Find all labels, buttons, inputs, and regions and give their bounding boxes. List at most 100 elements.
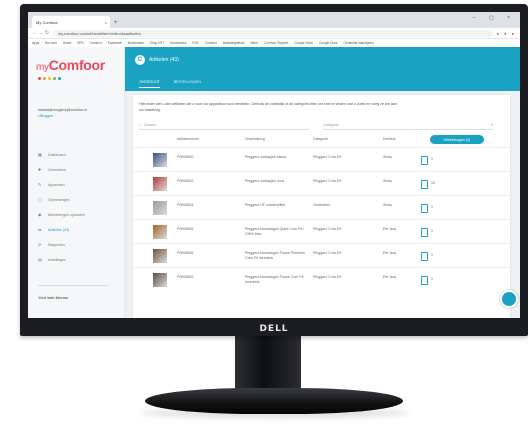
bookmark-item[interactable]: Belastingdienst (223, 41, 245, 45)
product-thumbnail (153, 225, 167, 239)
quantity-stepper[interactable] (421, 252, 428, 261)
nav-icon: ▦ (38, 152, 42, 157)
search-input[interactable]: ⌕ Zoeken (139, 121, 309, 130)
cart-button[interactable]: Winkelwagen (0) (430, 135, 484, 144)
quantity-stepper[interactable] (421, 276, 428, 285)
category-select[interactable]: Categorie ▾ (323, 121, 493, 130)
sidebar-item[interactable]: ⇆ Artikelen (43) (38, 222, 85, 237)
chat-button[interactable] (500, 290, 518, 308)
intro-text: Hieronder ziet u alle artikelen die u vo… (139, 102, 397, 112)
url-field[interactable]: my.comfoor.com/nl/bestellen/verbruiksart… (52, 29, 493, 37)
bookmark-item[interactable]: Google Drive (294, 41, 313, 45)
bookmark-item[interactable]: Shop NTT (150, 41, 165, 45)
chevron-down-icon: ▾ (491, 123, 493, 127)
sidebar-item[interactable]: ✚ Gebruikers (38, 162, 85, 177)
cell-category: Pluggerz Com-Fit (313, 155, 341, 159)
bookmark-item[interactable]: Google Docs (319, 41, 337, 45)
cell-desc: Pluggerz UF ontwerpfilter (245, 203, 286, 207)
quantity-stepper[interactable] (421, 204, 428, 213)
quantity-stepper[interactable] (421, 156, 428, 165)
cell-unit: Stuks (383, 203, 392, 207)
user-info: baslawijkhoogterp@comfoor.nl Uitloggen (38, 107, 87, 119)
quantity-stepper[interactable] (421, 180, 428, 189)
new-tab-icon[interactable]: + (114, 20, 118, 26)
quantity-stepper[interactable] (421, 228, 428, 237)
nav-icon: ◉ (38, 212, 42, 217)
search-placeholder: Zoeken (144, 123, 157, 127)
sidebar-item[interactable]: ◉ Afbeeldingen uploaden (38, 207, 85, 222)
app: myComfoor baslawijkhoogterp@comfoor.nl U… (28, 47, 520, 318)
cell-code: P0008500 (177, 155, 194, 159)
cell-desc: Pluggerz oorkapjes rood (245, 179, 284, 183)
extension-icons[interactable]: ● ● ● (497, 31, 516, 36)
sidebar-item[interactable]: ⟳ Rapporten (38, 237, 85, 252)
column-header[interactable]: Artikelnummer (177, 137, 199, 141)
cell-unit: Per stuk (383, 227, 397, 231)
bookmark-item[interactable]: FNV (192, 41, 198, 45)
column-header[interactable]: Categorie (313, 137, 328, 141)
bookmark-item[interactable]: Bol.com (45, 41, 57, 45)
back-forward-reload-icons[interactable]: ← → ↻ (32, 30, 49, 36)
page-title: Artikelen (43) (149, 57, 179, 63)
logo[interactable]: myComfoor (36, 57, 105, 73)
cell-unit: Stuks (383, 179, 392, 183)
sidebar-item[interactable]: ▢ Opmerkingen (38, 192, 85, 207)
tab-overzicht[interactable]: OVERZICHT (139, 80, 160, 88)
quantity-value[interactable]: 10 (431, 181, 435, 186)
quantity-value[interactable]: 1 (431, 205, 433, 210)
quantity-value[interactable]: 1 (431, 277, 433, 282)
column-header[interactable]: Eenheid (383, 137, 395, 141)
logo-dots (38, 77, 61, 80)
cell-code: P0008505 (177, 227, 194, 231)
cell-desc: Pluggerz bewaringen Flame Com-Fit Inzets… (245, 275, 304, 284)
bookmark-item[interactable]: Facebook (108, 41, 122, 45)
bookmark-item[interactable]: Bookmarks (170, 41, 186, 45)
cell-code: P0008502 (177, 179, 194, 183)
bookmark-item[interactable]: Gedeelde bladwijzers (343, 41, 373, 45)
sidebar-item-label: Afbeeldingen uploaden (48, 212, 85, 217)
bookmark-item[interactable]: KPN (77, 41, 84, 45)
quantity-value[interactable]: 1 (431, 157, 433, 162)
bookmark-item[interactable]: Comfoor (90, 41, 102, 45)
bookmark-item[interactable]: Apps (32, 41, 39, 45)
sidebar-footer: Your web listener (38, 285, 108, 300)
sidebar-item[interactable]: ▤ Instellingen (38, 252, 85, 267)
logout-link[interactable]: Uitloggen (38, 113, 87, 119)
close-icon[interactable]: × (105, 20, 107, 25)
product-thumbnail (153, 249, 167, 263)
cell-unit: Per stuk (383, 275, 397, 279)
window-controls[interactable]: – ▢ × (473, 15, 516, 21)
table-row: P0008506 Pluggerz bewaringen Flame Premiu… (133, 243, 510, 268)
sidebar-nav: ▦ Dashboard ✚ Gebruikers ✎ Apparaten ▢ Opmerkin… (38, 147, 85, 267)
bookmark-item[interactable]: Comfoor (205, 41, 217, 45)
column-header[interactable]: Omschrijving (245, 137, 265, 141)
cell-category: Pluggerz Com-Fit (313, 179, 341, 183)
tab-bestellingen[interactable]: BESTELLINGEN (174, 80, 201, 88)
main-content: C Artikelen (43) OVERZICHT BESTELLINGEN H… (125, 47, 520, 318)
logo-dot (43, 77, 46, 80)
sidebar: myComfoor baslawijkhoogterp@comfoor.nl U… (28, 47, 125, 318)
cell-desc: Pluggerz oorkapjes blauw (245, 155, 287, 159)
product-thumbnail (153, 273, 167, 287)
bookmark-item[interactable]: Bookmarks (128, 41, 144, 45)
sidebar-item-label: Instellingen (48, 257, 67, 262)
sidebar-footer-text: Your web listener (38, 295, 69, 300)
sidebar-item[interactable]: ▦ Dashboard (38, 147, 85, 162)
logo-prefix: my (36, 62, 49, 73)
avatar[interactable]: C (135, 55, 145, 65)
quantity-value[interactable]: 1 (431, 229, 433, 234)
cell-category: Onderdeel (313, 203, 330, 207)
bookmark-item[interactable]: Weer (251, 41, 259, 45)
header-tabs: OVERZICHT BESTELLINGEN (139, 80, 201, 88)
table-row: P0008505 Pluggerz bewaringen Quiet Com-Fi… (133, 219, 510, 244)
bookmark-item[interactable]: Gmail (63, 41, 71, 45)
browser-tab[interactable]: My Comfoor × (32, 16, 110, 28)
quantity-value[interactable]: 1 (431, 253, 433, 258)
sidebar-item-label: Dashboard (48, 152, 66, 157)
sidebar-item[interactable]: ✎ Apparaten (38, 177, 85, 192)
bookmark-item[interactable]: Comfoor Support (264, 41, 288, 45)
screen: My Comfoor × + – ▢ × ← → ↻ my.comfoor.co… (28, 12, 520, 318)
logo-dot (38, 77, 41, 80)
logo-dot (48, 77, 51, 80)
sidebar-item-label: Artikelen (43) (48, 227, 70, 232)
